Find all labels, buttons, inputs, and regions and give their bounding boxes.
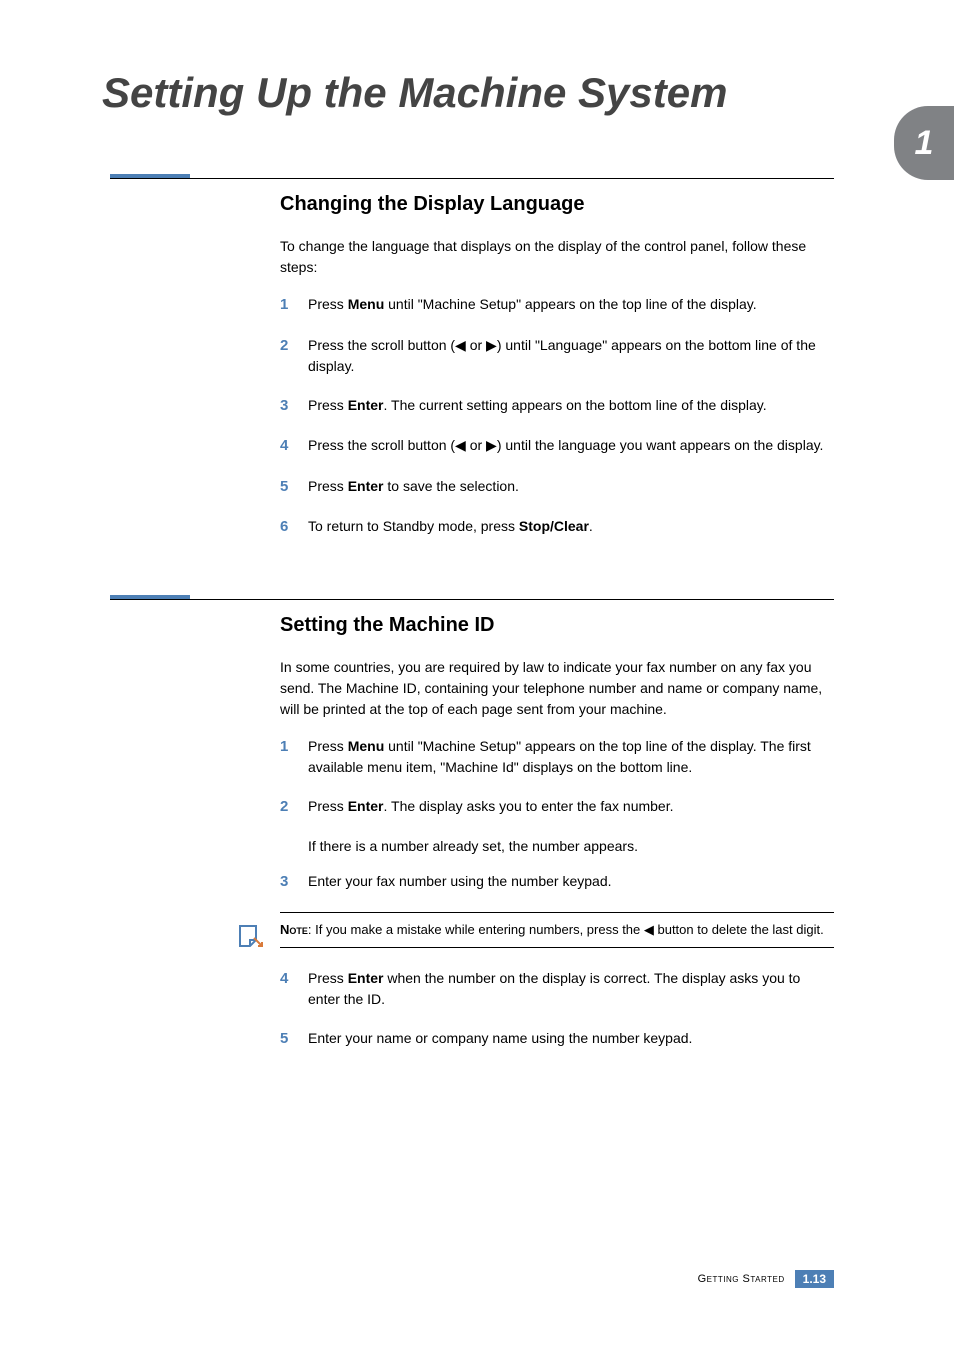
footer-page-number: 1.13: [795, 1270, 834, 1288]
step-number: 3: [280, 871, 308, 894]
content-area: Changing the Display Language To change …: [0, 118, 954, 1050]
list-item: 2 Press Enter. The display asks you to e…: [280, 796, 834, 819]
step-list: 1 Press Menu until "Machine Setup" appea…: [280, 294, 834, 539]
step-list: 4 Press Enter when the number on the dis…: [280, 968, 834, 1051]
step-number: 1: [280, 736, 308, 778]
list-item: 3 Enter your fax number using the number…: [280, 871, 834, 894]
list-item: 5 Enter your name or company name using …: [280, 1028, 834, 1051]
list-item: 2 Press the scroll button (◀ or ▶) until…: [280, 335, 834, 377]
list-item: 3 Press Enter. The current setting appea…: [280, 395, 834, 418]
section-changing-language: Changing the Display Language To change …: [280, 178, 834, 539]
chapter-number: 1: [915, 124, 934, 163]
step-number: 4: [280, 968, 308, 1010]
section-accent-bar: [110, 595, 190, 599]
note-text: : If you make a mistake while entering n…: [308, 922, 824, 937]
chapter-tab: 1: [894, 106, 954, 180]
section-heading: Changing the Display Language: [280, 193, 834, 216]
note-label: Note: [280, 922, 308, 937]
step-text: To return to Standby mode, press Stop/Cl…: [308, 516, 834, 539]
footer-section-name: Getting Started: [698, 1273, 785, 1285]
step-number: 5: [280, 476, 308, 499]
section-intro: In some countries, you are required by l…: [280, 657, 834, 720]
list-item: 5 Press Enter to save the selection.: [280, 476, 834, 499]
section-machine-id: Setting the Machine ID In some countries…: [280, 599, 834, 1051]
sub-text: If there is a number already set, the nu…: [308, 836, 834, 857]
step-text: Press Enter when the number on the displ…: [308, 968, 834, 1010]
step-number: 6: [280, 516, 308, 539]
step-text: Press Enter to save the selection.: [308, 476, 834, 499]
note-content: Note: If you make a mistake while enteri…: [280, 913, 834, 947]
step-list: 3 Enter your fax number using the number…: [280, 871, 834, 894]
list-item: 6 To return to Standby mode, press Stop/…: [280, 516, 834, 539]
note-icon: [236, 922, 266, 952]
section-accent-bar: [110, 174, 190, 178]
page-title: Setting Up the Machine System: [0, 0, 954, 118]
step-number: 2: [280, 796, 308, 819]
step-number: 4: [280, 435, 308, 458]
step-number: 5: [280, 1028, 308, 1051]
step-number: 3: [280, 395, 308, 418]
list-item: 1 Press Menu until "Machine Setup" appea…: [280, 736, 834, 778]
note-rule: [280, 947, 834, 948]
page-footer: Getting Started 1.13: [698, 1270, 834, 1288]
step-text: Press Menu until "Machine Setup" appears…: [308, 294, 834, 317]
list-item: 4 Press the scroll button (◀ or ▶) until…: [280, 435, 834, 458]
step-text: Press Enter. The display asks you to ent…: [308, 796, 834, 819]
section-rule: [110, 178, 834, 179]
step-text: Press the scroll button (◀ or ▶) until "…: [308, 335, 834, 377]
step-number: 2: [280, 335, 308, 377]
step-list: 1 Press Menu until "Machine Setup" appea…: [280, 736, 834, 819]
step-text: Press the scroll button (◀ or ▶) until t…: [308, 435, 834, 458]
note-box: Note: If you make a mistake while enteri…: [236, 912, 834, 948]
section-heading: Setting the Machine ID: [280, 614, 834, 637]
step-text: Enter your fax number using the number k…: [308, 871, 834, 894]
section-rule: [110, 599, 834, 600]
step-text: Press Enter. The current setting appears…: [308, 395, 834, 418]
step-text: Press Menu until "Machine Setup" appears…: [308, 736, 834, 778]
list-item: 1 Press Menu until "Machine Setup" appea…: [280, 294, 834, 317]
step-text: Enter your name or company name using th…: [308, 1028, 834, 1051]
step-number: 1: [280, 294, 308, 317]
section-intro: To change the language that displays on …: [280, 236, 834, 278]
list-item: 4 Press Enter when the number on the dis…: [280, 968, 834, 1010]
